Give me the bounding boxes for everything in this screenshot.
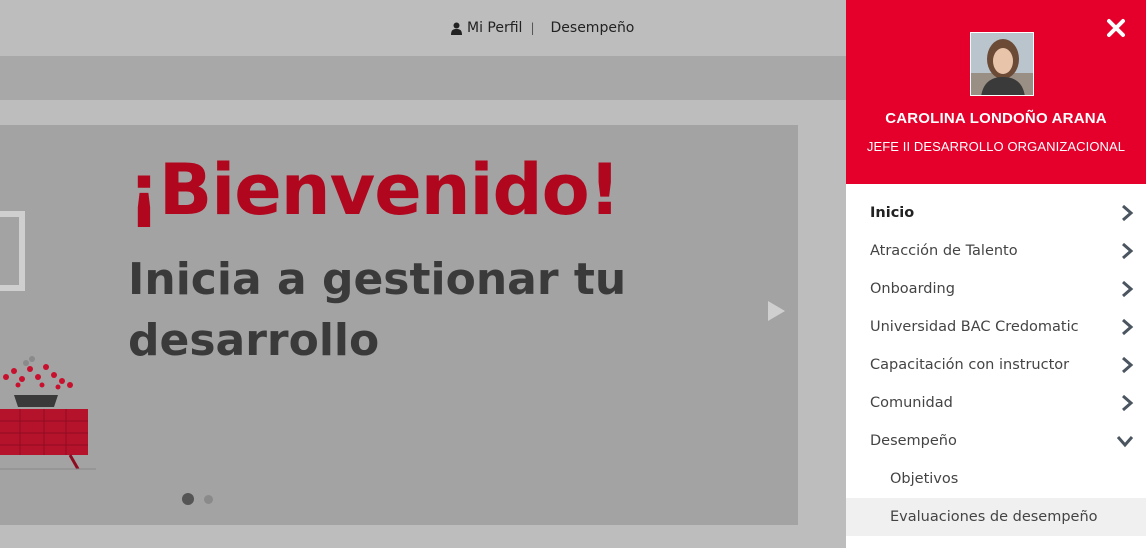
close-icon[interactable] [1106, 18, 1126, 38]
menu-item-atraccion-talento[interactable]: Atracción de Talento [846, 232, 1146, 270]
menu-item-label: Universidad BAC Credomatic [870, 319, 1079, 335]
profile-link[interactable]: Mi Perfil [451, 20, 522, 36]
user-name: CAROLINA LONDOÑO ARANA [885, 110, 1107, 127]
chevron-right-icon [1122, 394, 1134, 412]
menu-item-onboarding[interactable]: Onboarding [846, 270, 1146, 308]
secondary-bar [0, 56, 846, 100]
menu-item-label: Atracción de Talento [870, 243, 1018, 259]
furniture-plant-illustration [0, 356, 96, 470]
picture-frame-illustration [0, 211, 25, 291]
chevron-right-icon [1122, 318, 1134, 336]
menu-item-desempeno[interactable]: Desempeño [846, 422, 1146, 460]
menu-item-label: Onboarding [870, 281, 955, 297]
menu-item-inicio[interactable]: Inicio [846, 194, 1146, 232]
banner-title: ¡Bienvenido! [128, 149, 621, 231]
submenu-item-label: Objetivos [890, 471, 959, 487]
menu-item-label: Inicio [870, 205, 915, 221]
chevron-right-icon [1122, 204, 1134, 222]
menu-item-comunidad[interactable]: Comunidad [846, 384, 1146, 422]
carousel-dot[interactable] [204, 494, 213, 504]
performance-link[interactable]: Desempeño [551, 20, 635, 36]
drawer-header: CAROLINA LONDOÑO ARANA JEFE II DESARROLL… [846, 0, 1146, 184]
carousel-dots [182, 493, 213, 505]
menu-item-label: Comunidad [870, 395, 953, 411]
carousel-next-icon[interactable] [768, 301, 785, 321]
menu-item-label: Desempeño [870, 433, 957, 449]
nav-separator: | [530, 21, 535, 35]
submenu-item-evaluaciones[interactable]: Evaluaciones de desempeño [846, 498, 1146, 536]
user-avatar [970, 32, 1034, 96]
menu-item-universidad[interactable]: Universidad BAC Credomatic [846, 308, 1146, 346]
drawer-menu: Inicio Atracción de Talento Onboarding U… [846, 184, 1146, 536]
carousel-dot-active[interactable] [182, 493, 194, 505]
menu-item-capacitacion[interactable]: Capacitación con instructor [846, 346, 1146, 384]
submenu-item-label: Evaluaciones de desempeño [890, 509, 1098, 525]
chevron-right-icon [1122, 242, 1134, 260]
user-role: JEFE II DESARROLLO ORGANIZACIONAL [866, 139, 1126, 154]
chevron-right-icon [1122, 356, 1134, 374]
avatar-portrait [971, 33, 1033, 95]
chevron-down-icon [1116, 436, 1134, 448]
chevron-right-icon [1122, 280, 1134, 298]
top-navigation: Mi Perfil | Desempeño [451, 20, 634, 36]
profile-label: Mi Perfil [467, 20, 523, 36]
banner-subtitle: Inicia a gestionar tu desarrollo [128, 254, 627, 366]
submenu-item-objetivos[interactable]: Objetivos [846, 460, 1146, 498]
menu-item-label: Capacitación con instructor [870, 357, 1070, 373]
welcome-banner: ¡Bienvenido! Inicia a gestionar tu desar… [0, 125, 798, 525]
performance-label: Desempeño [550, 20, 635, 36]
side-drawer: CAROLINA LONDOÑO ARANA JEFE II DESARROLL… [846, 0, 1146, 548]
user-icon [451, 22, 462, 35]
